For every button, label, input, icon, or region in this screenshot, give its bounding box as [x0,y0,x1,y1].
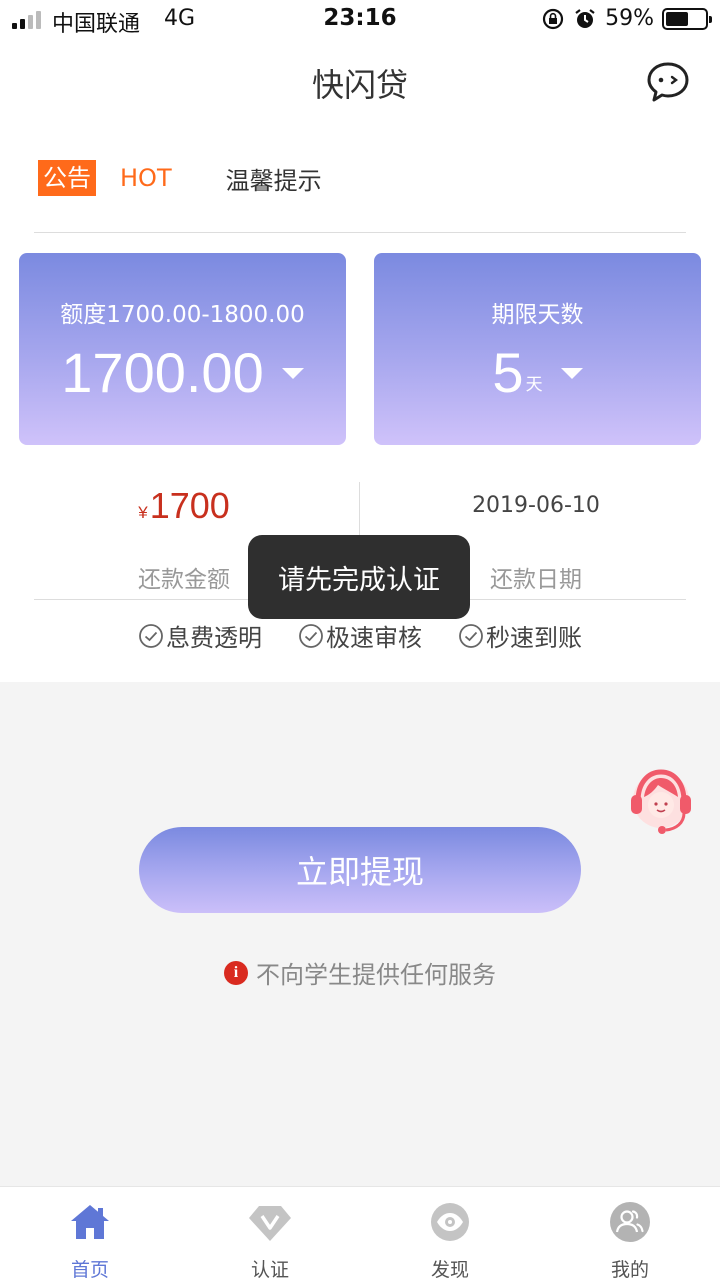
caret-down-icon[interactable] [281,368,304,379]
tab-verify[interactable]: 认证 [180,1187,360,1280]
divider [34,232,686,233]
tab-home[interactable]: 首页 [0,1187,180,1280]
feature-item: 极速审核 [298,618,422,653]
feature-label: 极速审核 [326,624,422,652]
bottom-tab-bar: 首页 认证 发现 我的 [0,1186,720,1280]
tab-label: 首页 [70,1259,109,1280]
feature-item: 秒速到账 [458,618,582,653]
check-circle-icon [299,623,323,648]
chat-bubble-icon[interactable] [646,60,690,104]
alarm-icon [575,8,595,28]
repayment-amount: 1700 [149,485,230,526]
repayment-date: 2019-06-10 [472,493,600,518]
content-background [0,682,720,1186]
notice-bar[interactable]: 公告 HOT 温馨提示 [38,160,322,196]
disclaimer-text: 不向学生提供任何服务 [256,961,496,989]
customer-service-icon[interactable] [624,763,698,837]
amount-value: 1700.00 [61,341,264,404]
feature-list: 息费透明 极速审核 秒速到账 [0,618,720,653]
disclaimer: i 不向学生提供任何服务 [0,955,720,990]
home-icon [71,1205,109,1239]
diamond-icon [249,1206,291,1241]
notice-hot-tag: HOT [120,164,172,192]
notice-text[interactable]: 温馨提示 [226,161,322,196]
check-circle-icon [459,623,483,648]
tab-label: 我的 [610,1259,649,1280]
feature-item: 息费透明 [138,618,262,653]
battery-percent: 59% [605,6,654,31]
withdraw-button[interactable]: 立即提现 [139,827,581,913]
battery-icon [662,7,712,30]
tab-label: 发现 [430,1259,469,1280]
caret-down-icon[interactable] [560,368,583,379]
amount-range-label: 额度1700.00-1800.00 [60,302,305,328]
info-icon: i [224,960,248,985]
feature-label: 息费透明 [166,624,262,652]
term-days-value: 5 [492,341,524,404]
tab-discover[interactable]: 发现 [360,1187,540,1280]
tab-label: 认证 [250,1259,289,1280]
currency-symbol: ¥ [138,503,148,522]
eye-icon [431,1203,469,1241]
user-icon [610,1202,650,1242]
rotation-lock-icon [542,8,564,29]
tab-mine[interactable]: 我的 [540,1187,720,1280]
page-title: 快闪贷 [311,66,408,104]
app-header: 快闪贷 [0,40,720,130]
term-selector-card[interactable]: 期限天数 5 天 [374,253,701,445]
notice-badge: 公告 [38,160,96,196]
feature-label: 秒速到账 [486,624,582,652]
toast-message: 请先完成认证 [248,535,470,619]
status-bar: 中国联通 4G 23:16 59% [0,0,720,40]
term-label: 期限天数 [491,302,584,328]
check-circle-icon [139,623,163,648]
term-days-unit: 天 [525,375,543,395]
amount-selector-card[interactable]: 额度1700.00-1800.00 1700.00 [19,253,346,445]
